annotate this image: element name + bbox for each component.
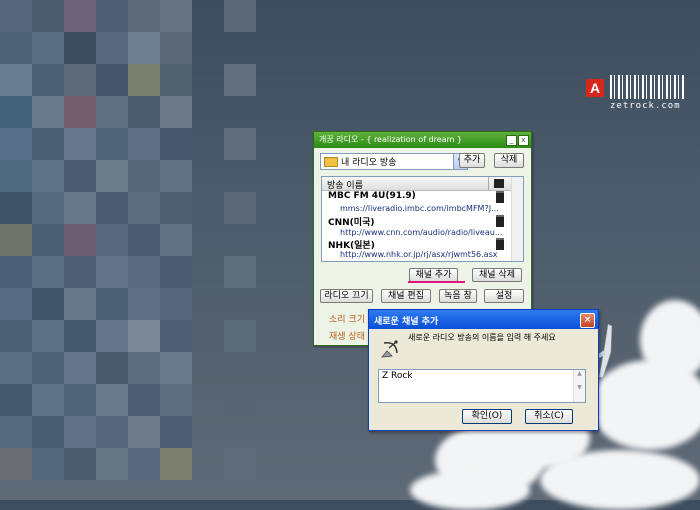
cancel-button[interactable]: 취소(C) <box>525 409 573 424</box>
station-name[interactable]: MBC FM 4U(91.9) <box>328 191 416 201</box>
radio-icon <box>496 238 504 250</box>
add-playlist-button[interactable]: 추가 <box>459 153 485 168</box>
delete-channel-button[interactable]: 채널 삭제 <box>472 268 522 282</box>
add-channel-dialog: 새로운 채널 추가 × 새로운 라디오 방송의 이름을 입력 해 주세요 Z R… <box>368 309 599 431</box>
brand-text: zetrock.com <box>610 101 681 111</box>
column-icon <box>494 179 504 188</box>
status-label: 재생 상태 <box>329 332 365 342</box>
station-url: mms://liveradio.imbc.com/imbcMFM?J... <box>340 204 499 213</box>
station-url: http://www.cnn.com/audio/radio/liveau... <box>340 228 503 237</box>
header-separator <box>488 177 489 190</box>
volume-label: 소리 크기 <box>329 315 365 325</box>
zetrock-logo: A zetrock.com <box>586 75 696 117</box>
playlist-combo[interactable]: 내 라디오 방송 ▼ <box>320 153 468 170</box>
delete-playlist-button[interactable]: 삭제 <box>494 153 524 168</box>
close-button[interactable]: x <box>518 135 529 146</box>
radio-icon <box>496 191 504 203</box>
settings-button[interactable]: 설정 <box>484 289 524 303</box>
radio-off-button[interactable]: 라디오 끄기 <box>320 289 373 303</box>
list-scrollbar[interactable] <box>511 177 523 261</box>
radio-title: 개꿈 라디오 - { realization of dream } <box>319 135 462 144</box>
satellite-dish-icon <box>381 340 398 358</box>
edit-channel-button[interactable]: 채널 편집 <box>381 289 431 303</box>
list-header-name: 방송 이름 <box>327 181 363 191</box>
barcode-icon <box>610 75 686 99</box>
logo-a-icon: A <box>586 79 604 97</box>
minimize-button[interactable]: _ <box>506 135 517 146</box>
channel-name-input[interactable]: Z Rock ▲ ▼ <box>378 369 586 403</box>
add-channel-button[interactable]: 채널 추가 <box>409 268 458 282</box>
station-url: http://www.nhk.or.jp/rj/asx/rjwmt56.asx <box>340 250 498 259</box>
input-scrollbar[interactable]: ▲ ▼ <box>573 370 585 402</box>
channel-name-value: Z Rock <box>382 371 413 381</box>
station-name[interactable]: CNN(미국) <box>328 215 374 228</box>
playlist-combo-value: 내 라디오 방송 <box>341 158 397 168</box>
radio-titlebar[interactable]: 개꿈 라디오 - { realization of dream } _ x <box>314 132 531 148</box>
record-button[interactable]: 녹음 창 <box>439 289 477 303</box>
pixelated-background <box>0 0 260 500</box>
dialog-title: 새로운 채널 추가 <box>374 317 439 327</box>
folder-icon <box>324 157 338 167</box>
ok-button[interactable]: 확인(O) <box>462 409 512 424</box>
dialog-prompt: 새로운 라디오 방송의 이름을 입력 해 주세요 <box>408 333 556 342</box>
list-header[interactable]: 방송 이름 <box>322 177 511 191</box>
station-list[interactable]: 방송 이름 MBC FM 4U(91.9) mms://liveradio.im… <box>321 176 524 262</box>
dialog-titlebar[interactable]: 새로운 채널 추가 × <box>369 310 598 329</box>
radio-icon <box>496 215 504 227</box>
highlight-underline <box>408 281 465 283</box>
close-button[interactable]: × <box>580 313 595 328</box>
